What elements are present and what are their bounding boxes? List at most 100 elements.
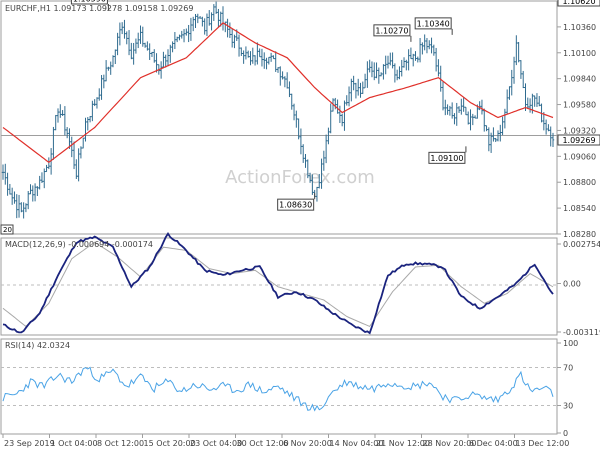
price-bar [487, 127, 491, 152]
price-bar [182, 29, 186, 43]
price-bar [175, 36, 179, 43]
price-bar [528, 98, 532, 113]
price-bar [515, 35, 518, 66]
price-bar [483, 108, 486, 132]
y-tick-label: 1.08280 [563, 230, 596, 239]
price-bar [171, 41, 174, 53]
price-bar [297, 118, 300, 140]
price-bar [425, 38, 429, 54]
price-bar [480, 99, 484, 115]
price-bar [148, 43, 151, 60]
price-bar [400, 59, 403, 77]
price-bar [304, 154, 307, 168]
price-bar [47, 157, 51, 170]
price-bar [336, 99, 339, 114]
price-bar [228, 22, 232, 38]
macd-y-axis: 0.002754 0.00 -0.003119 [557, 240, 600, 337]
price-bar [547, 124, 550, 132]
price-bar [77, 148, 80, 182]
price-bar [155, 53, 158, 73]
x-axis: 23 Sep 20191 Oct 04:00 8 Oct 12:00 15 Oct … [2, 434, 569, 448]
x-tick-label: 30 Oct 12:00 [237, 439, 289, 448]
price-bar [230, 28, 234, 48]
price-bar [350, 78, 353, 102]
price-bar [75, 159, 78, 179]
price-bar [517, 41, 520, 63]
price-bar [368, 59, 371, 73]
price-bar [382, 64, 385, 80]
price-bar [393, 63, 397, 83]
price-bar [192, 16, 195, 32]
price-bar [276, 67, 280, 73]
macd-panel-frame [0, 237, 558, 336]
price-bar [189, 17, 193, 41]
price-bar [116, 32, 119, 56]
swing-low-label: 1.09100 [428, 146, 467, 164]
price-bar [283, 76, 287, 88]
price-bar [272, 55, 275, 60]
price-bar [473, 115, 477, 119]
price-bar [444, 99, 447, 116]
price-bar [258, 48, 261, 58]
price-bar [354, 82, 358, 99]
price-bar [418, 38, 422, 63]
price-bar [159, 61, 163, 79]
price-bar [134, 38, 138, 54]
y-tick-label: 1.10620 [562, 0, 595, 6]
price-bar [345, 95, 348, 106]
rsi-series [2, 366, 554, 412]
price-bar [279, 66, 282, 86]
current-price-marker: 1.09269 [557, 134, 600, 146]
price-bar [407, 49, 410, 71]
price-bar [17, 194, 21, 218]
price-bar [127, 30, 131, 56]
price-bar [357, 78, 360, 96]
price-bar [59, 104, 62, 118]
price-bar [450, 102, 454, 119]
x-tick-label: 23 Sep 2019 [4, 439, 55, 448]
price-bar [95, 97, 99, 109]
price-bar [267, 56, 271, 65]
price-bar [256, 42, 259, 65]
price-bar [141, 26, 144, 47]
price-bar [72, 141, 76, 170]
price-bar [221, 6, 225, 31]
rsi-y-tick-label: 30 [563, 402, 573, 411]
price-bar [10, 187, 14, 205]
price-bar [210, 12, 213, 31]
price-bar [52, 126, 55, 160]
price-bar [446, 104, 449, 115]
x-tick-label: 23 Oct 04:00 [190, 439, 242, 448]
price-bar [132, 42, 135, 65]
price-bar [125, 31, 128, 45]
price-bar [295, 110, 298, 128]
price-bar [269, 52, 273, 62]
price-bar [288, 81, 291, 98]
price-bar [251, 47, 254, 64]
price-bar [4, 163, 7, 185]
price-bar [237, 34, 241, 57]
x-tick-label: 6 Dec 04:00 [469, 439, 518, 448]
price-bar [533, 95, 536, 107]
x-tick-label: 8 Oct 12:00 [97, 439, 144, 448]
price-bar [263, 52, 266, 69]
rsi-header: RSI(14) 42.0324 [5, 341, 70, 350]
y-tick-label: 1.10100 [563, 49, 596, 58]
price-bar [253, 55, 257, 66]
price-bar [107, 66, 110, 71]
price-bar [402, 57, 406, 68]
chart-canvas: ActionForex.com 1.10590 1.08630 1.10270 1.1… [0, 0, 600, 448]
price-bar [375, 62, 378, 79]
price-bar [505, 89, 509, 115]
price-bar [359, 82, 362, 98]
price-bar [338, 105, 342, 123]
macd-panel: MACD(12,26,9) -0.000694 -0.000174 0.0027… [0, 232, 600, 337]
price-bar [70, 136, 73, 158]
annotation-text: 1.10340 [417, 19, 450, 28]
price-bar [43, 168, 46, 189]
price-bar [187, 24, 190, 43]
chart-window: ActionForex.com 1.10590 1.08630 1.10270 1.1… [0, 0, 600, 450]
price-bar [347, 86, 351, 107]
price-bar [205, 13, 209, 37]
price-bar [20, 202, 23, 213]
